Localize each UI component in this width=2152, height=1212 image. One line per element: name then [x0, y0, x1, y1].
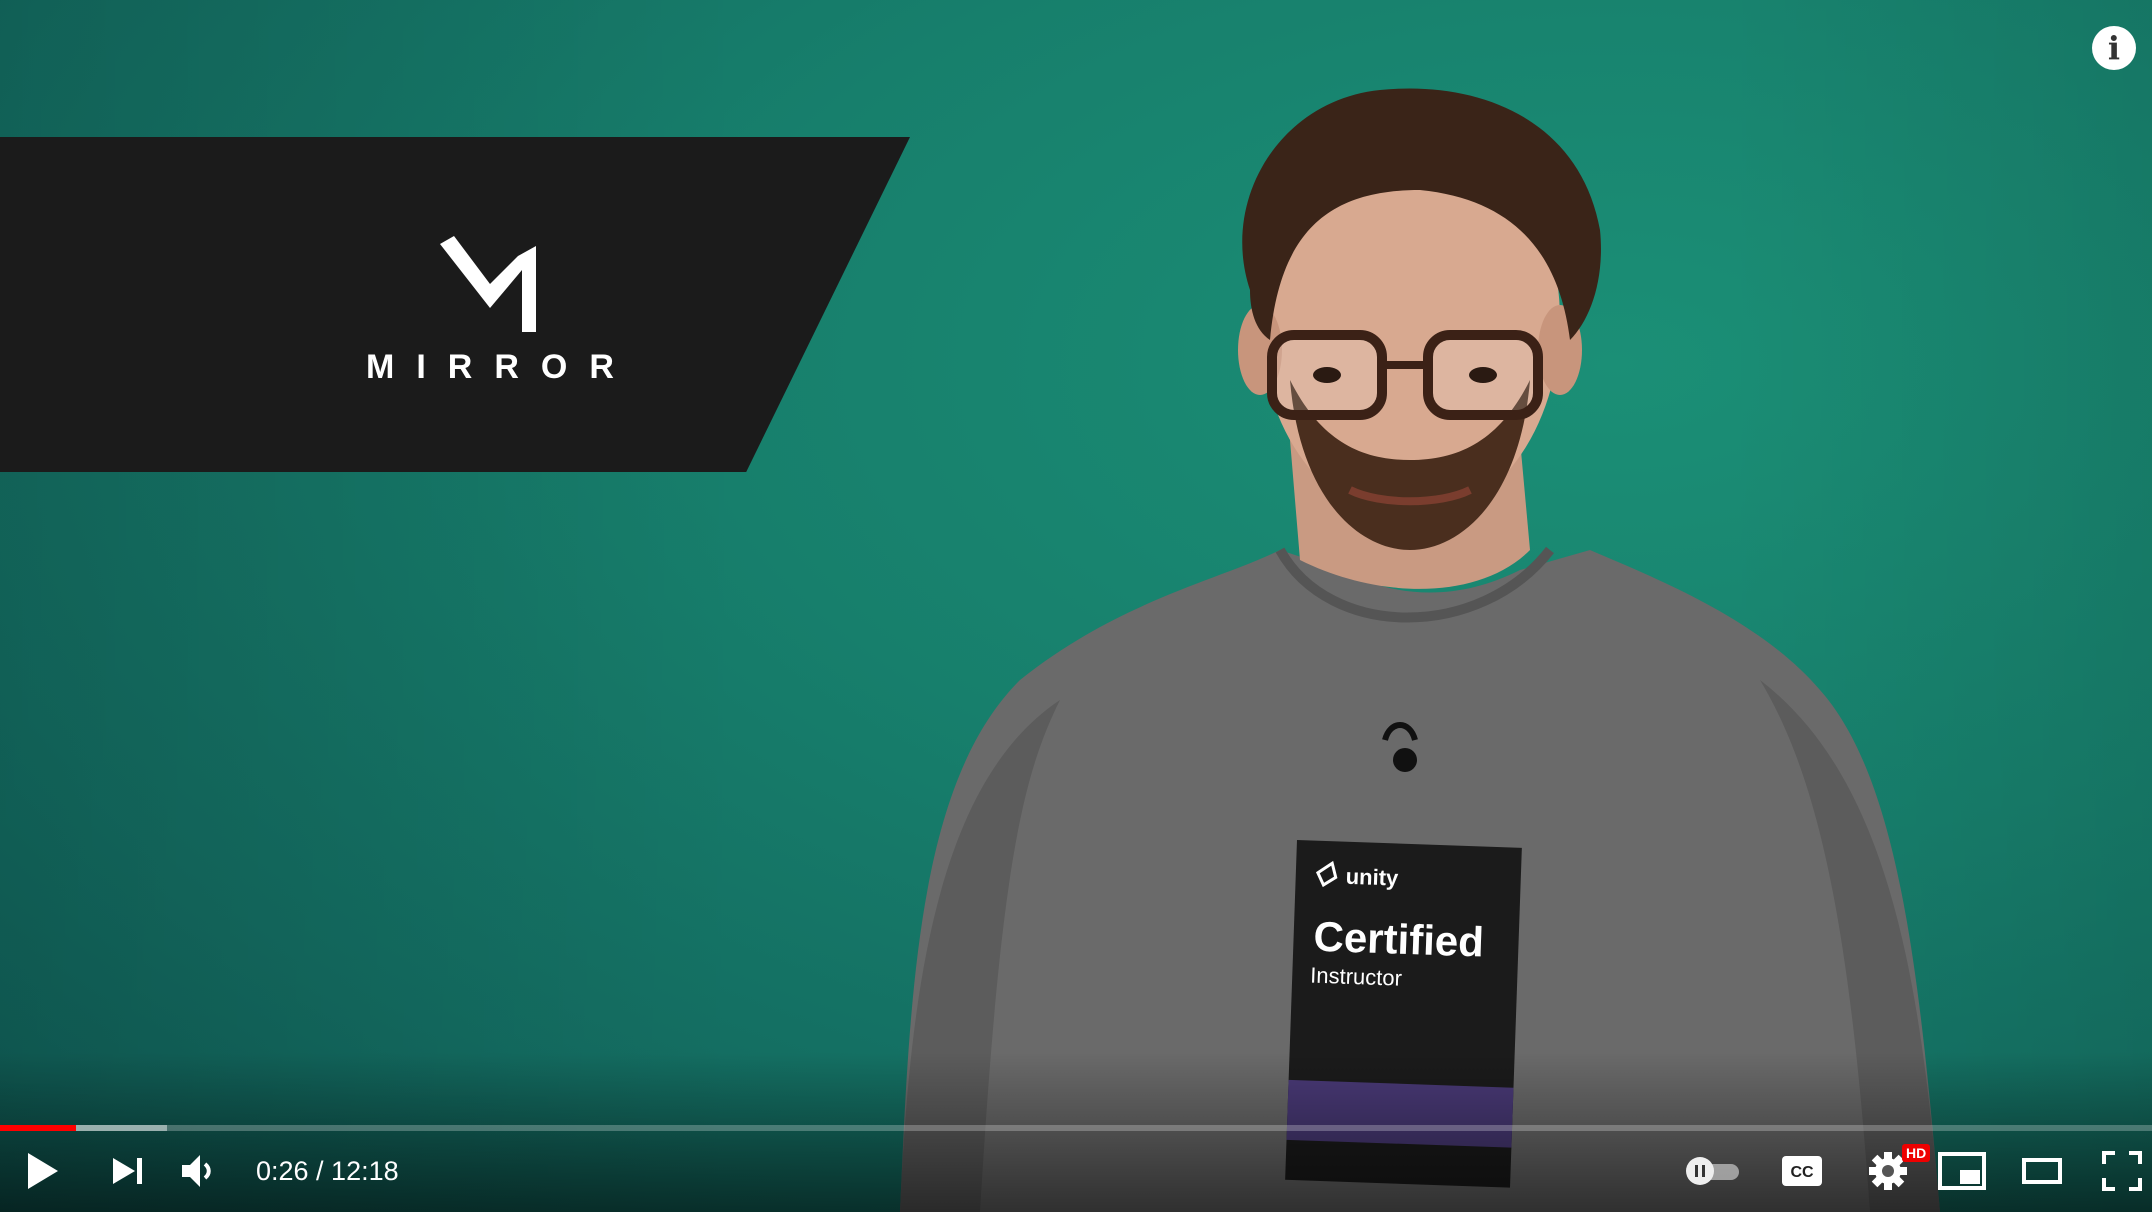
miniplayer-button[interactable]	[1934, 1140, 1990, 1202]
shirt-title: Certified	[1313, 913, 1485, 966]
shirt-subtitle: Instructor	[1310, 963, 1403, 991]
progress-bar[interactable]	[0, 1125, 2152, 1131]
captions-button[interactable]: CC	[1774, 1140, 1830, 1202]
settings-button[interactable]: HD	[1856, 1140, 1931, 1202]
fullscreen-icon	[2102, 1151, 2142, 1191]
svg-text:CC: CC	[1790, 1164, 1814, 1181]
shirt-brand: unity	[1345, 864, 1399, 891]
fullscreen-button[interactable]	[2096, 1140, 2148, 1202]
next-button[interactable]	[100, 1140, 156, 1202]
info-button[interactable]: i	[2092, 26, 2136, 70]
cc-icon: CC	[1782, 1156, 1822, 1186]
mirror-logo-icon	[440, 236, 536, 332]
play-icon	[28, 1153, 58, 1189]
hd-badge: HD	[1902, 1144, 1931, 1162]
progress-played	[0, 1125, 76, 1131]
theater-mode-button[interactable]	[2014, 1140, 2070, 1202]
theater-icon	[2022, 1158, 2062, 1184]
presenter-figure: unity Certified Instructor	[900, 88, 1940, 1212]
volume-icon	[182, 1155, 211, 1187]
player-controls: 0:26 / 12:18 CC HD	[0, 1140, 2152, 1202]
miniplayer-icon	[1938, 1152, 1986, 1190]
autoplay-toggle-icon	[1686, 1157, 1739, 1185]
volume-button[interactable]	[172, 1140, 228, 1202]
play-button[interactable]	[14, 1140, 70, 1202]
next-icon	[113, 1158, 142, 1184]
mirror-logo-text: MIRROR	[366, 348, 636, 386]
autoplay-toggle[interactable]	[1680, 1140, 1744, 1202]
info-icon: i	[2107, 29, 2121, 67]
time-display: 0:26 / 12:18	[256, 1156, 399, 1186]
video-player[interactable]: MIRROR unity Certified Instructor i 0:26…	[0, 0, 2152, 1212]
